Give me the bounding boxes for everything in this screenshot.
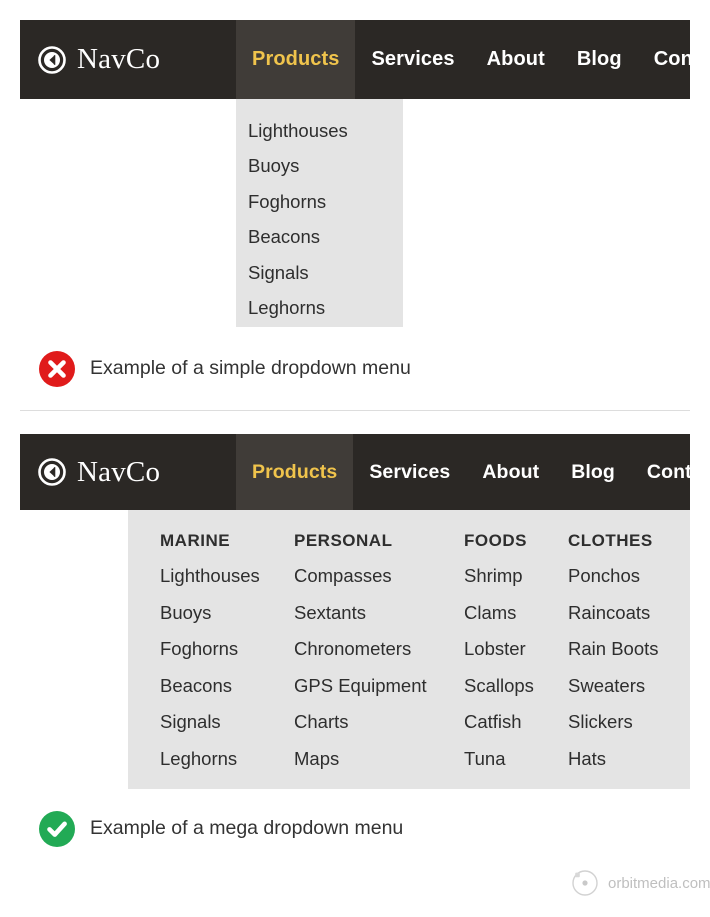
dropdown-item-leghorns[interactable]: Leghorns (236, 291, 403, 327)
mega-link-charts[interactable]: Charts (294, 712, 464, 732)
watermark: orbitmedia.com (570, 868, 710, 898)
page-root: NavCo Products Services About Blog Conta… (0, 0, 710, 917)
nav-items-mega: Products Services About Blog Contact (236, 434, 710, 510)
mega-link-beacons[interactable]: Beacons (160, 676, 294, 696)
mega-link-compasses[interactable]: Compasses (294, 566, 464, 586)
mega-link-shrimp[interactable]: Shrimp (464, 566, 568, 586)
mega-link-rain-boots[interactable]: Rain Boots (568, 639, 690, 659)
mega-column-clothes: CLOTHES Ponchos Raincoats Rain Boots Swe… (568, 532, 690, 789)
mega-heading-foods: FOODS (464, 531, 527, 550)
caption-simple-text: Example of a simple dropdown menu (90, 357, 411, 380)
dropdown-item-buoys[interactable]: Buoys (236, 149, 403, 185)
mega-link-tuna[interactable]: Tuna (464, 749, 568, 769)
caption-mega-text: Example of a mega dropdown menu (90, 817, 404, 840)
dropdown-item-foghorns[interactable]: Foghorns (236, 184, 403, 220)
nav-item-contact-mega[interactable]: Contact (631, 434, 710, 510)
section-divider (20, 410, 690, 411)
nav-item-about-mega[interactable]: About (466, 434, 555, 510)
nav-item-about-simple[interactable]: About (471, 20, 561, 99)
mega-link-hats[interactable]: Hats (568, 749, 690, 769)
dropdown-item-lighthouses[interactable]: Lighthouses (236, 113, 403, 149)
mega-link-maps[interactable]: Maps (294, 749, 464, 769)
caption-simple: Example of a simple dropdown menu (38, 350, 411, 388)
green-check-circle-icon (38, 810, 76, 848)
orbit-logo-icon (570, 868, 600, 898)
navco-circle-marker-icon (38, 458, 66, 486)
mega-link-gps-equipment[interactable]: GPS Equipment (294, 676, 464, 696)
mega-column-foods: FOODS Shrimp Clams Lobster Scallops Catf… (464, 532, 568, 789)
mega-link-leghorns[interactable]: Leghorns (160, 749, 294, 769)
mega-link-foghorns[interactable]: Foghorns (160, 639, 294, 659)
nav-item-products-mega[interactable]: Products (236, 434, 354, 510)
dropdown-item-signals[interactable]: Signals (236, 255, 403, 291)
mega-link-sweaters[interactable]: Sweaters (568, 676, 690, 696)
mega-link-ponchos[interactable]: Ponchos (568, 566, 690, 586)
mega-link-raincoats[interactable]: Raincoats (568, 603, 690, 623)
watermark-text: orbitmedia.com (608, 874, 710, 892)
brand-simple[interactable]: NavCo (20, 20, 236, 99)
nav-item-services-mega[interactable]: Services (353, 434, 466, 510)
mega-column-personal: PERSONAL Compasses Sextants Chronometers… (294, 532, 464, 789)
mega-link-buoys[interactable]: Buoys (160, 603, 294, 623)
mega-link-lighthouses[interactable]: Lighthouses (160, 566, 294, 586)
navbar-mega: NavCo Products Services About Blog Conta… (20, 434, 710, 510)
brand-mega[interactable]: NavCo (20, 434, 236, 510)
mega-column-marine: MARINE Lighthouses Buoys Foghorns Beacon… (128, 532, 294, 789)
nav-items-simple: Products Services About Blog Contact (236, 20, 710, 99)
mega-link-chronometers[interactable]: Chronometers (294, 639, 464, 659)
navbar-simple: NavCo Products Services About Blog Conta… (20, 20, 710, 99)
dropdown-item-beacons[interactable]: Beacons (236, 220, 403, 256)
red-x-circle-icon (38, 350, 76, 388)
brand-name-simple: NavCo (77, 43, 161, 75)
mega-link-signals[interactable]: Signals (160, 712, 294, 732)
simple-dropdown-panel: Lighthouses Buoys Foghorns Beacons Signa… (236, 99, 403, 327)
mega-heading-marine: MARINE (160, 531, 231, 550)
mega-link-lobster[interactable]: Lobster (464, 639, 568, 659)
mega-dropdown-panel: MARINE Lighthouses Buoys Foghorns Beacon… (128, 510, 690, 789)
navco-circle-marker-icon (38, 45, 66, 74)
mega-heading-clothes: CLOTHES (568, 531, 653, 550)
nav-item-services-simple[interactable]: Services (355, 20, 470, 99)
mega-heading-personal: PERSONAL (294, 531, 393, 550)
nav-item-contact-simple[interactable]: Contact (638, 20, 710, 99)
mega-link-scallops[interactable]: Scallops (464, 676, 568, 696)
mega-link-clams[interactable]: Clams (464, 603, 568, 623)
nav-item-blog-mega[interactable]: Blog (555, 434, 631, 510)
mega-link-catfish[interactable]: Catfish (464, 712, 568, 732)
nav-item-products-simple[interactable]: Products (236, 20, 356, 99)
mega-link-sextants[interactable]: Sextants (294, 603, 464, 623)
caption-mega: Example of a mega dropdown menu (38, 810, 403, 848)
nav-item-blog-simple[interactable]: Blog (561, 20, 638, 99)
brand-name-mega: NavCo (77, 455, 161, 488)
mega-link-slickers[interactable]: Slickers (568, 712, 690, 732)
